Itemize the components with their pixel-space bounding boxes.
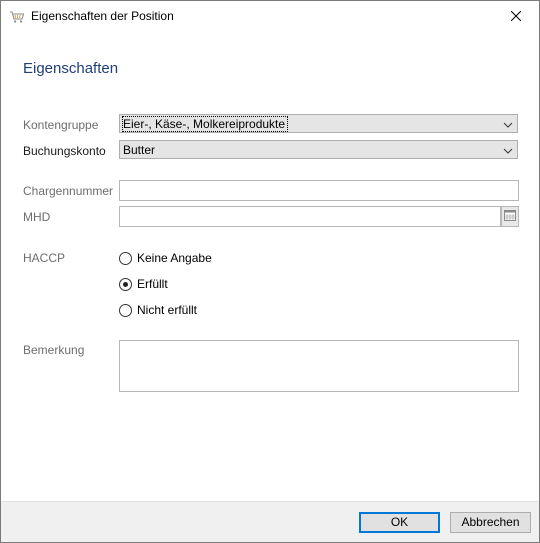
buchungskonto-select[interactable]: Butter [119,140,518,159]
button-bar: OK Abbrechen [1,501,539,542]
cancel-button[interactable]: Abbrechen [450,512,531,533]
date-picker-button[interactable] [501,206,519,227]
dialog-window: Eigenschaften der Position Eigenschaften… [0,0,540,543]
haccp-label: HACCP [23,251,66,265]
haccp-option-keine-angabe[interactable]: Keine Angabe [119,250,212,266]
kontengruppe-select[interactable]: Eier-, Käse-, Molkereiprodukte [119,114,518,133]
kontengruppe-value: Eier-, Käse-, Molkereiprodukte [121,116,289,132]
bemerkung-textarea[interactable] [119,340,519,392]
bemerkung-label: Bemerkung [23,343,85,357]
chargennummer-input[interactable] [119,180,519,201]
buchungskonto-label: Buchungskonto [23,144,106,158]
radio-button[interactable] [119,251,132,265]
radio-label: Erfüllt [137,277,168,291]
basket-icon [9,9,25,25]
ok-button[interactable]: OK [359,512,440,533]
window-title: Eigenschaften der Position [31,9,174,23]
chevron-down-icon [503,145,513,155]
title-bar: Eigenschaften der Position [1,1,539,32]
calendar-icon [504,209,516,224]
chargennummer-label: Chargennummer [23,184,114,198]
close-button[interactable] [493,1,539,32]
buchungskonto-value: Butter [123,143,156,157]
radio-label: Keine Angabe [137,251,212,265]
mhd-date-input[interactable] [119,206,501,227]
haccp-option-nicht-erfuellt[interactable]: Nicht erfüllt [119,302,197,318]
radio-button[interactable] [119,303,132,317]
radio-button-checked[interactable] [119,277,132,291]
chevron-down-icon [503,119,513,129]
section-title: Eigenschaften [23,60,119,77]
mhd-label: MHD [23,210,51,224]
haccp-option-erfuellt[interactable]: Erfüllt [119,276,168,292]
radio-label: Nicht erfüllt [137,303,198,317]
kontengruppe-label: Kontengruppe [23,118,99,132]
close-icon [510,10,522,24]
